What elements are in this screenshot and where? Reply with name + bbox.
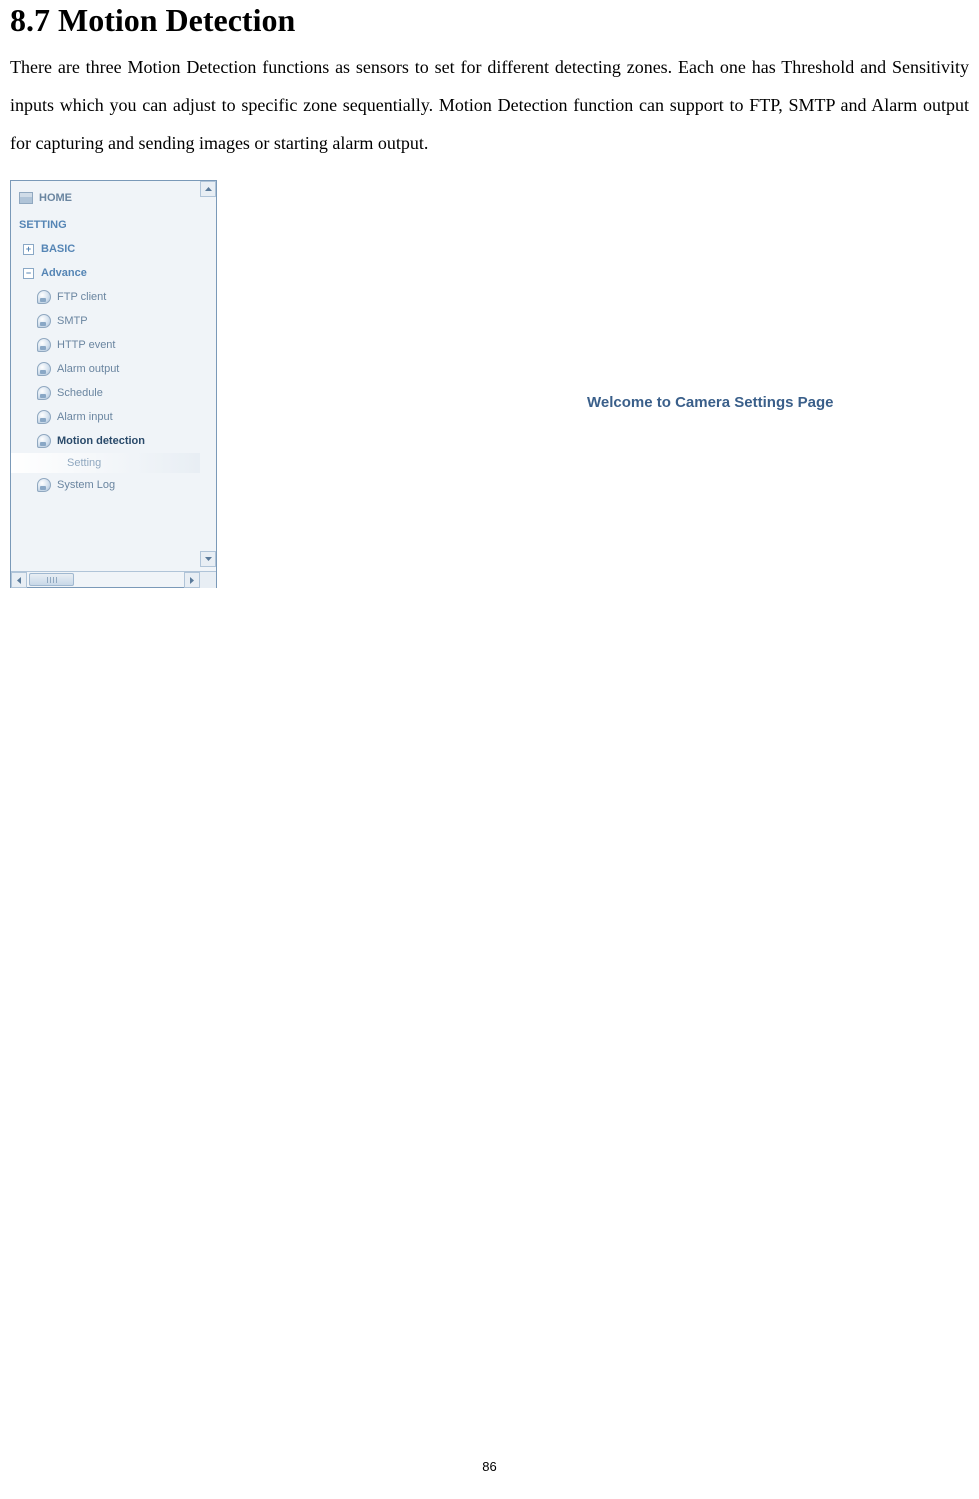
scroll-track-vertical[interactable] (200, 197, 216, 551)
nav-item-system-log[interactable]: System Log (11, 473, 200, 497)
section-heading: 8.7 Motion Detection (10, 2, 969, 39)
section-paragraph: There are three Motion Detection functio… (10, 49, 969, 162)
screenshot-container: HOME SETTING + BASIC − Advance FTP clien… (10, 180, 969, 588)
nav-item-label: Motion detection (57, 435, 145, 447)
welcome-message: Welcome to Camera Settings Page (587, 394, 833, 411)
nav-item-http[interactable]: HTTP event (11, 333, 200, 357)
nav-subitem-setting[interactable]: Setting (11, 453, 200, 473)
nav-item-smtp[interactable]: SMTP (11, 309, 200, 333)
nav-content: HOME SETTING + BASIC − Advance FTP clien… (11, 181, 200, 497)
page-icon (37, 362, 51, 376)
nav-basic-label: BASIC (41, 243, 75, 255)
scroll-up-button[interactable] (200, 181, 216, 197)
nav-item-label: FTP client (57, 291, 106, 303)
nav-home-label: HOME (39, 192, 72, 204)
page-icon (37, 478, 51, 492)
nav-basic[interactable]: + BASIC (11, 237, 200, 261)
page-icon (37, 338, 51, 352)
page-icon (37, 314, 51, 328)
scroll-corner (200, 572, 216, 588)
nav-setting-header: SETTING (11, 211, 200, 237)
nav-home[interactable]: HOME (11, 185, 200, 211)
scroll-right-button[interactable] (184, 572, 200, 588)
page-icon (37, 290, 51, 304)
nav-item-label: Schedule (57, 387, 103, 399)
scroll-down-button[interactable] (200, 551, 216, 567)
collapse-icon: − (23, 268, 34, 279)
page-icon (37, 434, 51, 448)
nav-item-schedule[interactable]: Schedule (11, 381, 200, 405)
nav-item-label: HTTP event (57, 339, 116, 351)
page-icon (37, 410, 51, 424)
nav-item-label: SMTP (57, 315, 88, 327)
nav-item-label: Alarm output (57, 363, 119, 375)
nav-item-ftp[interactable]: FTP client (11, 285, 200, 309)
page-icon (37, 386, 51, 400)
nav-item-alarm-input[interactable]: Alarm input (11, 405, 200, 429)
nav-item-label: System Log (57, 479, 115, 491)
scroll-left-button[interactable] (11, 572, 27, 588)
home-icon (19, 192, 33, 204)
scroll-thumb-horizontal[interactable] (29, 573, 74, 586)
horizontal-scrollbar (11, 571, 216, 587)
page-number: 86 (482, 1459, 496, 1474)
nav-advance-label: Advance (41, 267, 87, 279)
nav-item-motion-detection[interactable]: Motion detection (11, 429, 200, 453)
nav-item-alarm-output[interactable]: Alarm output (11, 357, 200, 381)
nav-item-label: Alarm input (57, 411, 113, 423)
scroll-track-horizontal[interactable] (27, 572, 184, 587)
nav-advance[interactable]: − Advance (11, 261, 200, 285)
expand-icon: + (23, 244, 34, 255)
nav-panel: HOME SETTING + BASIC − Advance FTP clien… (10, 180, 217, 588)
